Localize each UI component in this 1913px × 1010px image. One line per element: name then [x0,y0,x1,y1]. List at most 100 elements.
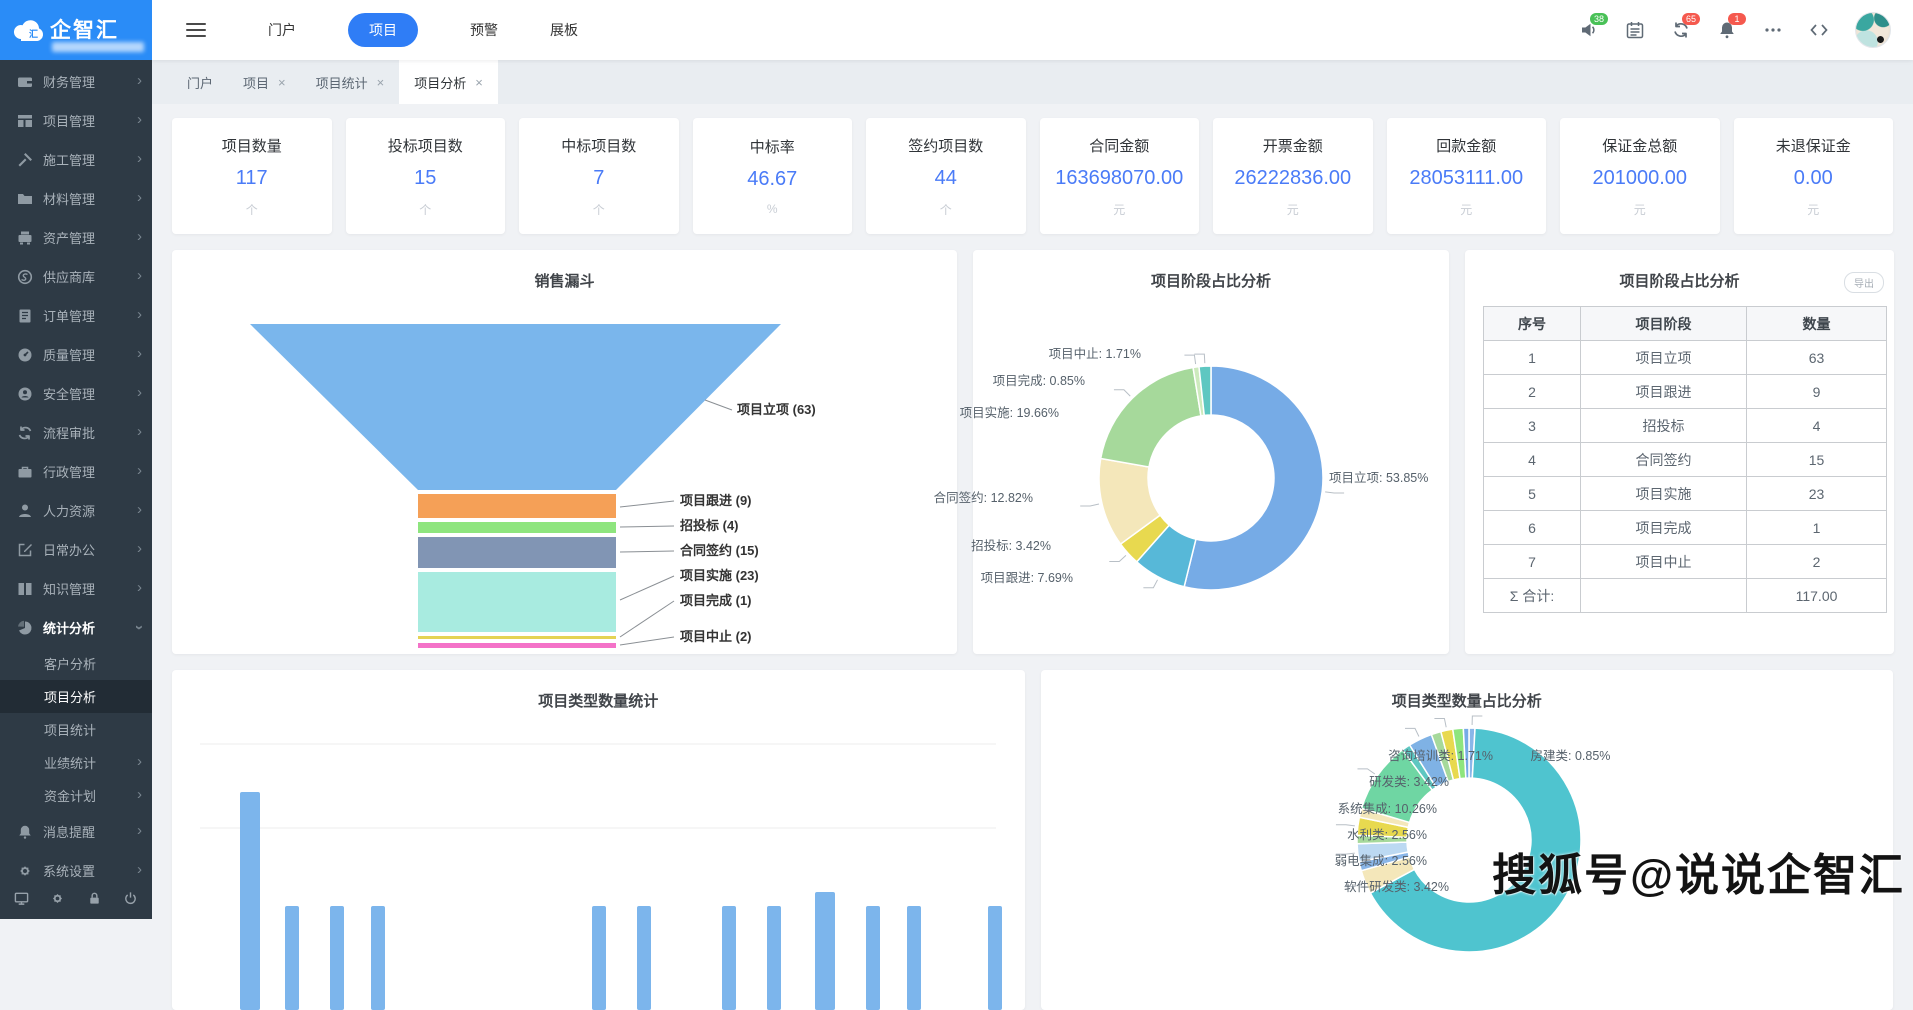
topnav-item-portal[interactable]: 门户 [268,13,296,47]
sidebar-item-workflow[interactable]: 流程审批› [0,413,152,452]
stat-unit: 元 [1113,201,1125,218]
export-button[interactable]: 导出 [1844,272,1884,293]
hr-icon [16,502,33,519]
user-avatar[interactable] [1855,12,1891,48]
sales-funnel-card: 销售漏斗 项目立项 (63)项目跟进 (9)招投标 (4)合同签约 (15)项目… [172,250,957,654]
chevron-right-icon: › [137,190,142,205]
sidebar: 汇 企智汇 财务管理›项目管理›施工管理›材料管理›资产管理›供应商库›订单管理… [0,0,152,919]
stat-card-4: 签约项目数44个 [866,118,1026,234]
total-value: 117.00 [1747,579,1887,613]
chevron-right-icon: › [137,424,142,439]
stat-value: 201000.00 [1592,167,1687,190]
sidebar-subitem[interactable]: 项目分析 [0,680,152,713]
power-icon[interactable] [123,891,138,911]
column-header: 数量 [1747,307,1887,341]
sync-icon[interactable]: 65 [1671,20,1691,40]
sidebar-item-label: 流程审批 [43,423,137,442]
chevron-right-icon: › [137,541,142,556]
bell-icon[interactable]: 1 [1717,20,1737,40]
knowledge-icon [16,580,33,597]
sidebar-item-construction[interactable]: 施工管理› [0,140,152,179]
table-row: 4合同签约15 [1484,443,1887,477]
sidebar-item-knowledge[interactable]: 知识管理› [0,569,152,608]
sidebar-item-finance[interactable]: 财务管理› [0,62,152,101]
more-icon[interactable] [1763,20,1783,40]
svg-text:汇: 汇 [29,28,38,39]
code-brackets-icon[interactable] [1809,20,1829,40]
close-icon[interactable]: × [278,75,286,90]
lock-icon[interactable] [87,891,102,911]
system-icon [16,862,33,879]
sidebar-footer [0,883,152,919]
announcement-icon[interactable]: 38 [1579,20,1599,40]
sidebar-item-label: 消息提醒 [43,822,137,841]
close-icon[interactable]: × [377,75,385,90]
sidebar-item-stats[interactable]: 统计分析› [0,608,152,647]
topnav-item-alert[interactable]: 预警 [470,13,498,47]
stats-row: 项目数量117个投标项目数15个中标项目数7个中标率46.67%签约项目数44个… [172,118,1893,234]
tab-项目统计[interactable]: 项目统计× [301,60,400,104]
gear-icon[interactable] [50,891,65,911]
main-area: 门户 项目 预警 展板 38 65 1 [152,0,1913,919]
close-icon[interactable]: × [475,75,483,90]
funnel-label: 项目中止 (2) [680,629,752,644]
sidebar-item-supplier[interactable]: 供应商库› [0,257,152,296]
stat-card-9: 未退保证金0.00元 [1734,118,1894,234]
sidebar-subitem[interactable]: 业绩统计 › [0,746,152,779]
sidebar-item-quality[interactable]: 质量管理› [0,335,152,374]
chart-title: 项目阶段占比分析 [973,270,1449,291]
chevron-right-icon: › [137,754,142,769]
sidebar-item-project[interactable]: 项目管理› [0,101,152,140]
tab-项目分析[interactable]: 项目分析× [399,60,498,104]
stat-unit: 个 [419,201,431,218]
tab-项目[interactable]: 项目 × [228,60,301,104]
sidebar-item-admin[interactable]: 行政管理› [0,452,152,491]
bar [722,906,736,1010]
sidebar-subitem-label: 业绩统计 [44,753,96,772]
sidebar-item-label: 订单管理 [43,306,137,325]
table-row: 1项目立项63 [1484,341,1887,375]
sidebar-item-order[interactable]: 订单管理› [0,296,152,335]
topnav-item-project[interactable]: 项目 [348,13,418,47]
sidebar-item-label: 质量管理 [43,345,137,364]
sidebar-item-hr[interactable]: 人力资源› [0,491,152,530]
sidebar-item-safety[interactable]: 安全管理› [0,374,152,413]
sidebar-item-label: 系统设置 [43,861,137,880]
sidebar-item-office[interactable]: 日常办公› [0,530,152,569]
sidebar-item-label: 项目管理 [43,111,137,130]
tab-label: 项目 [243,73,269,92]
stat-unit: 个 [593,201,605,218]
sidebar-subitem[interactable]: 客户分析 [0,647,152,680]
chevron-right-icon: › [137,268,142,283]
construction-icon [16,151,33,168]
topnav-item-board[interactable]: 展板 [550,13,578,47]
admin-icon [16,463,33,480]
bell-badge: 1 [1728,13,1746,25]
navbar-actions: 38 65 1 [1579,12,1891,48]
stat-card-8: 保证金总额201000.00元 [1560,118,1720,234]
app-logo[interactable]: 汇 企智汇 [0,0,152,60]
table-cell: 2 [1484,375,1581,409]
bar [592,906,606,1010]
stage-donut-card: 项目阶段占比分析 项目中止: 1.71%项目完成: 0.85%项目实施: 19.… [973,250,1449,654]
sidebar-item-asset[interactable]: 资产管理› [0,218,152,257]
sidebar-subitem[interactable]: 项目统计 [0,713,152,746]
tab-label: 门户 [187,73,213,92]
bar [907,906,921,1010]
table-cell: 15 [1747,443,1887,477]
sidebar-item-system[interactable]: 系统设置› [0,851,152,883]
tab-门户[interactable]: 门户 [172,60,228,104]
sidebar-item-message[interactable]: 消息提醒› [0,812,152,851]
hamburger-menu-icon[interactable] [186,19,206,41]
sidebar-subitem[interactable]: 资金计划› [0,779,152,812]
donut-label: 房建类: 0.85% [1531,748,1611,764]
calendar-icon[interactable] [1625,20,1645,40]
table-row: 7项目中止2 [1484,545,1887,579]
order-icon [16,307,33,324]
table-cell: 23 [1747,477,1887,511]
monitor-icon[interactable] [14,891,29,911]
project-icon [16,112,33,129]
stat-card-3: 中标率46.67% [693,118,853,234]
sidebar-item-material[interactable]: 材料管理› [0,179,152,218]
donut-label: 系统集成: 10.26% [1338,801,1437,817]
